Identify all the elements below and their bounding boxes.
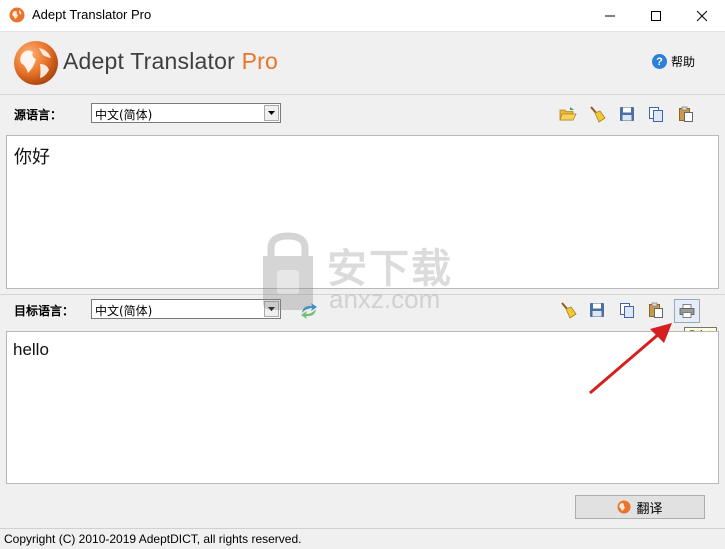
paste-source-button[interactable]: [675, 103, 697, 125]
translate-label: 翻译: [636, 501, 663, 517]
broom-icon: [561, 302, 577, 319]
header-divider: [0, 94, 725, 95]
translate-button[interactable]: 翻译: [575, 495, 705, 519]
clear-source-button[interactable]: [586, 103, 608, 125]
help-label: 帮助: [671, 55, 696, 69]
target-text: hello: [13, 340, 49, 359]
window-title: Adept Translator Pro: [32, 7, 152, 22]
title-bar[interactable]: Adept Translator Pro: [0, 0, 725, 32]
paste-icon: [679, 106, 693, 122]
status-bar: Copyright (C) 2010-2019 AdeptDICT, all r…: [0, 528, 725, 549]
open-folder-icon: [559, 107, 577, 121]
copy-source-button[interactable]: [645, 103, 667, 125]
app-header: Adept Translator Pro ? 帮助: [0, 32, 725, 94]
logo-globe-icon: [14, 41, 58, 85]
help-icon: ?: [652, 54, 667, 69]
save-source-button[interactable]: [616, 103, 638, 125]
broom-icon: [590, 106, 606, 123]
translate-globe-icon: [617, 500, 631, 514]
target-language-select[interactable]: 中文(简体): [91, 299, 281, 319]
source-language-label: 源语言：: [14, 108, 63, 122]
watermark: 安下载 anxz.com: [255, 232, 475, 322]
app-globe-icon: [9, 7, 25, 23]
annotation-arrow: [589, 323, 672, 395]
close-button[interactable]: [679, 0, 725, 31]
minimize-button[interactable]: [587, 0, 633, 31]
copyright-text: Copyright (C) 2010-2019 AdeptDICT, all r…: [4, 532, 302, 546]
close-icon: [696, 10, 708, 21]
copy-icon: [649, 107, 663, 122]
clear-target-button[interactable]: [557, 299, 579, 321]
open-button[interactable]: [557, 103, 579, 125]
brand-title: Adept Translator Pro: [63, 48, 278, 75]
watermark-en: anxz.com: [329, 284, 441, 314]
source-text: 你好: [14, 147, 50, 168]
target-language-value: 中文(简体): [95, 304, 153, 318]
source-language-select[interactable]: 中文(简体): [91, 103, 281, 123]
maximize-icon: [651, 10, 661, 21]
shield-lock-icon: [263, 232, 313, 310]
printer-icon: [679, 304, 695, 318]
minimize-icon: [605, 15, 615, 16]
dropdown-arrow-icon[interactable]: [264, 105, 279, 121]
maximize-button[interactable]: [633, 0, 679, 31]
save-icon: [620, 107, 634, 121]
help-button[interactable]: ? 帮助: [652, 53, 695, 70]
source-language-value: 中文(简体): [95, 108, 153, 122]
brand-accent: Pro: [241, 48, 278, 74]
brand-main: Adept Translator: [63, 48, 242, 74]
target-language-label: 目标语言：: [14, 304, 75, 318]
